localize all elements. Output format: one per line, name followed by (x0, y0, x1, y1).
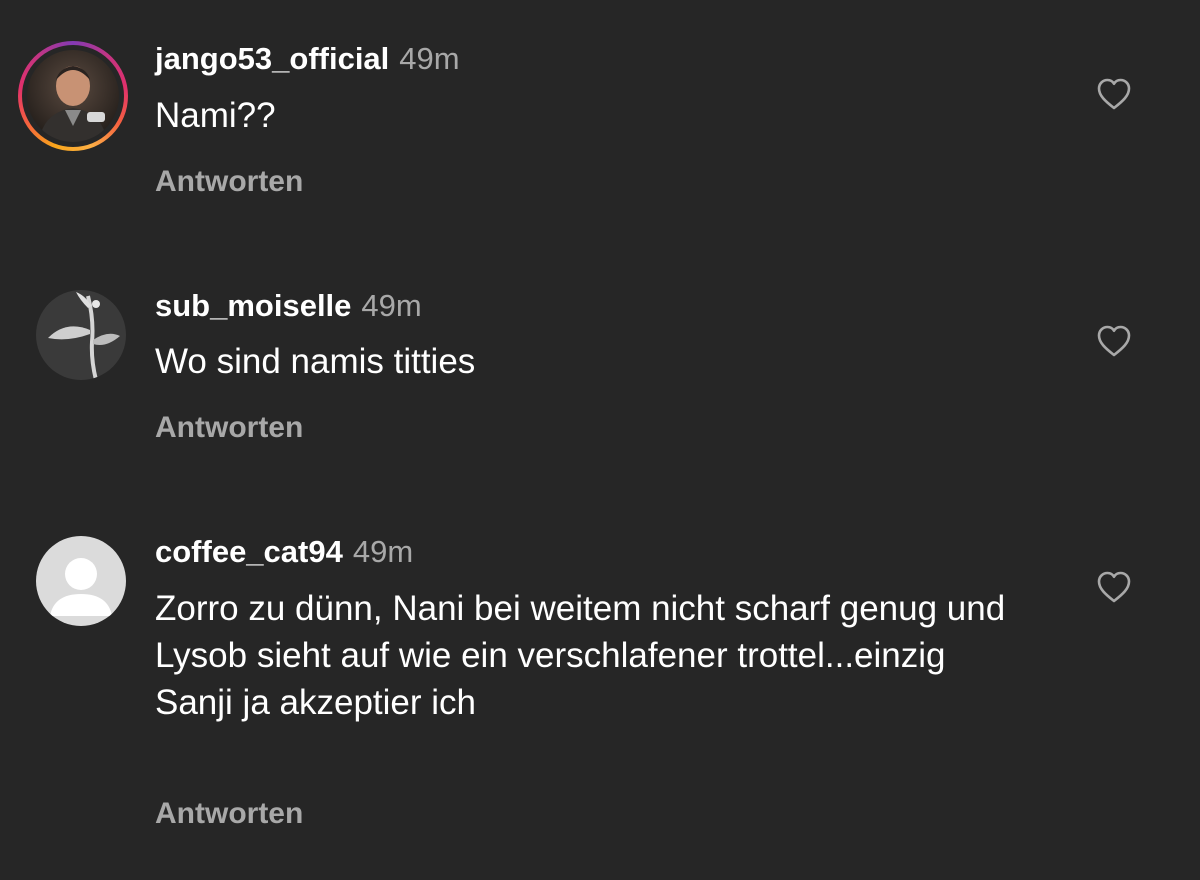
timestamp: 49m (352, 534, 414, 569)
heart-outline-icon[interactable] (1096, 77, 1132, 111)
comment-item: sub_moiselle 49m Wo sind namis titties An… (0, 240, 1200, 490)
comment-header: coffee_cat94 49m (155, 534, 413, 570)
username[interactable]: coffee_cat94 (155, 534, 343, 569)
comment-header: jango53_official 49m (155, 41, 460, 77)
user-photo-icon (27, 50, 119, 142)
reply-button[interactable]: Antworten (155, 797, 303, 831)
avatar[interactable] (36, 536, 126, 626)
username[interactable]: jango53_official (155, 41, 389, 76)
heart-outline-icon[interactable] (1096, 324, 1132, 358)
default-avatar-icon (36, 536, 126, 626)
reply-button[interactable]: Antworten (155, 165, 303, 199)
user-photo-icon (36, 290, 126, 380)
timestamp: 49m (399, 41, 460, 76)
comment-text: Nami?? (155, 96, 276, 135)
avatar[interactable] (36, 290, 126, 380)
timestamp: 49m (361, 288, 422, 323)
comment-item: jango53_official 49m Nami?? Antworten (0, 0, 1200, 240)
comment-text: Wo sind namis titties (155, 342, 476, 381)
comment-header: sub_moiselle 49m (155, 288, 422, 324)
avatar[interactable] (18, 41, 128, 151)
comment-item: coffee_cat94 49m Zorro zu dünn, Nani bei … (0, 490, 1200, 880)
heart-outline-icon[interactable] (1096, 570, 1132, 604)
reply-button[interactable]: Antworten (155, 411, 303, 445)
comment-text: Zorro zu dünn, Nani bei weitem nicht sch… (155, 589, 1006, 722)
username[interactable]: sub_moiselle (155, 288, 351, 323)
